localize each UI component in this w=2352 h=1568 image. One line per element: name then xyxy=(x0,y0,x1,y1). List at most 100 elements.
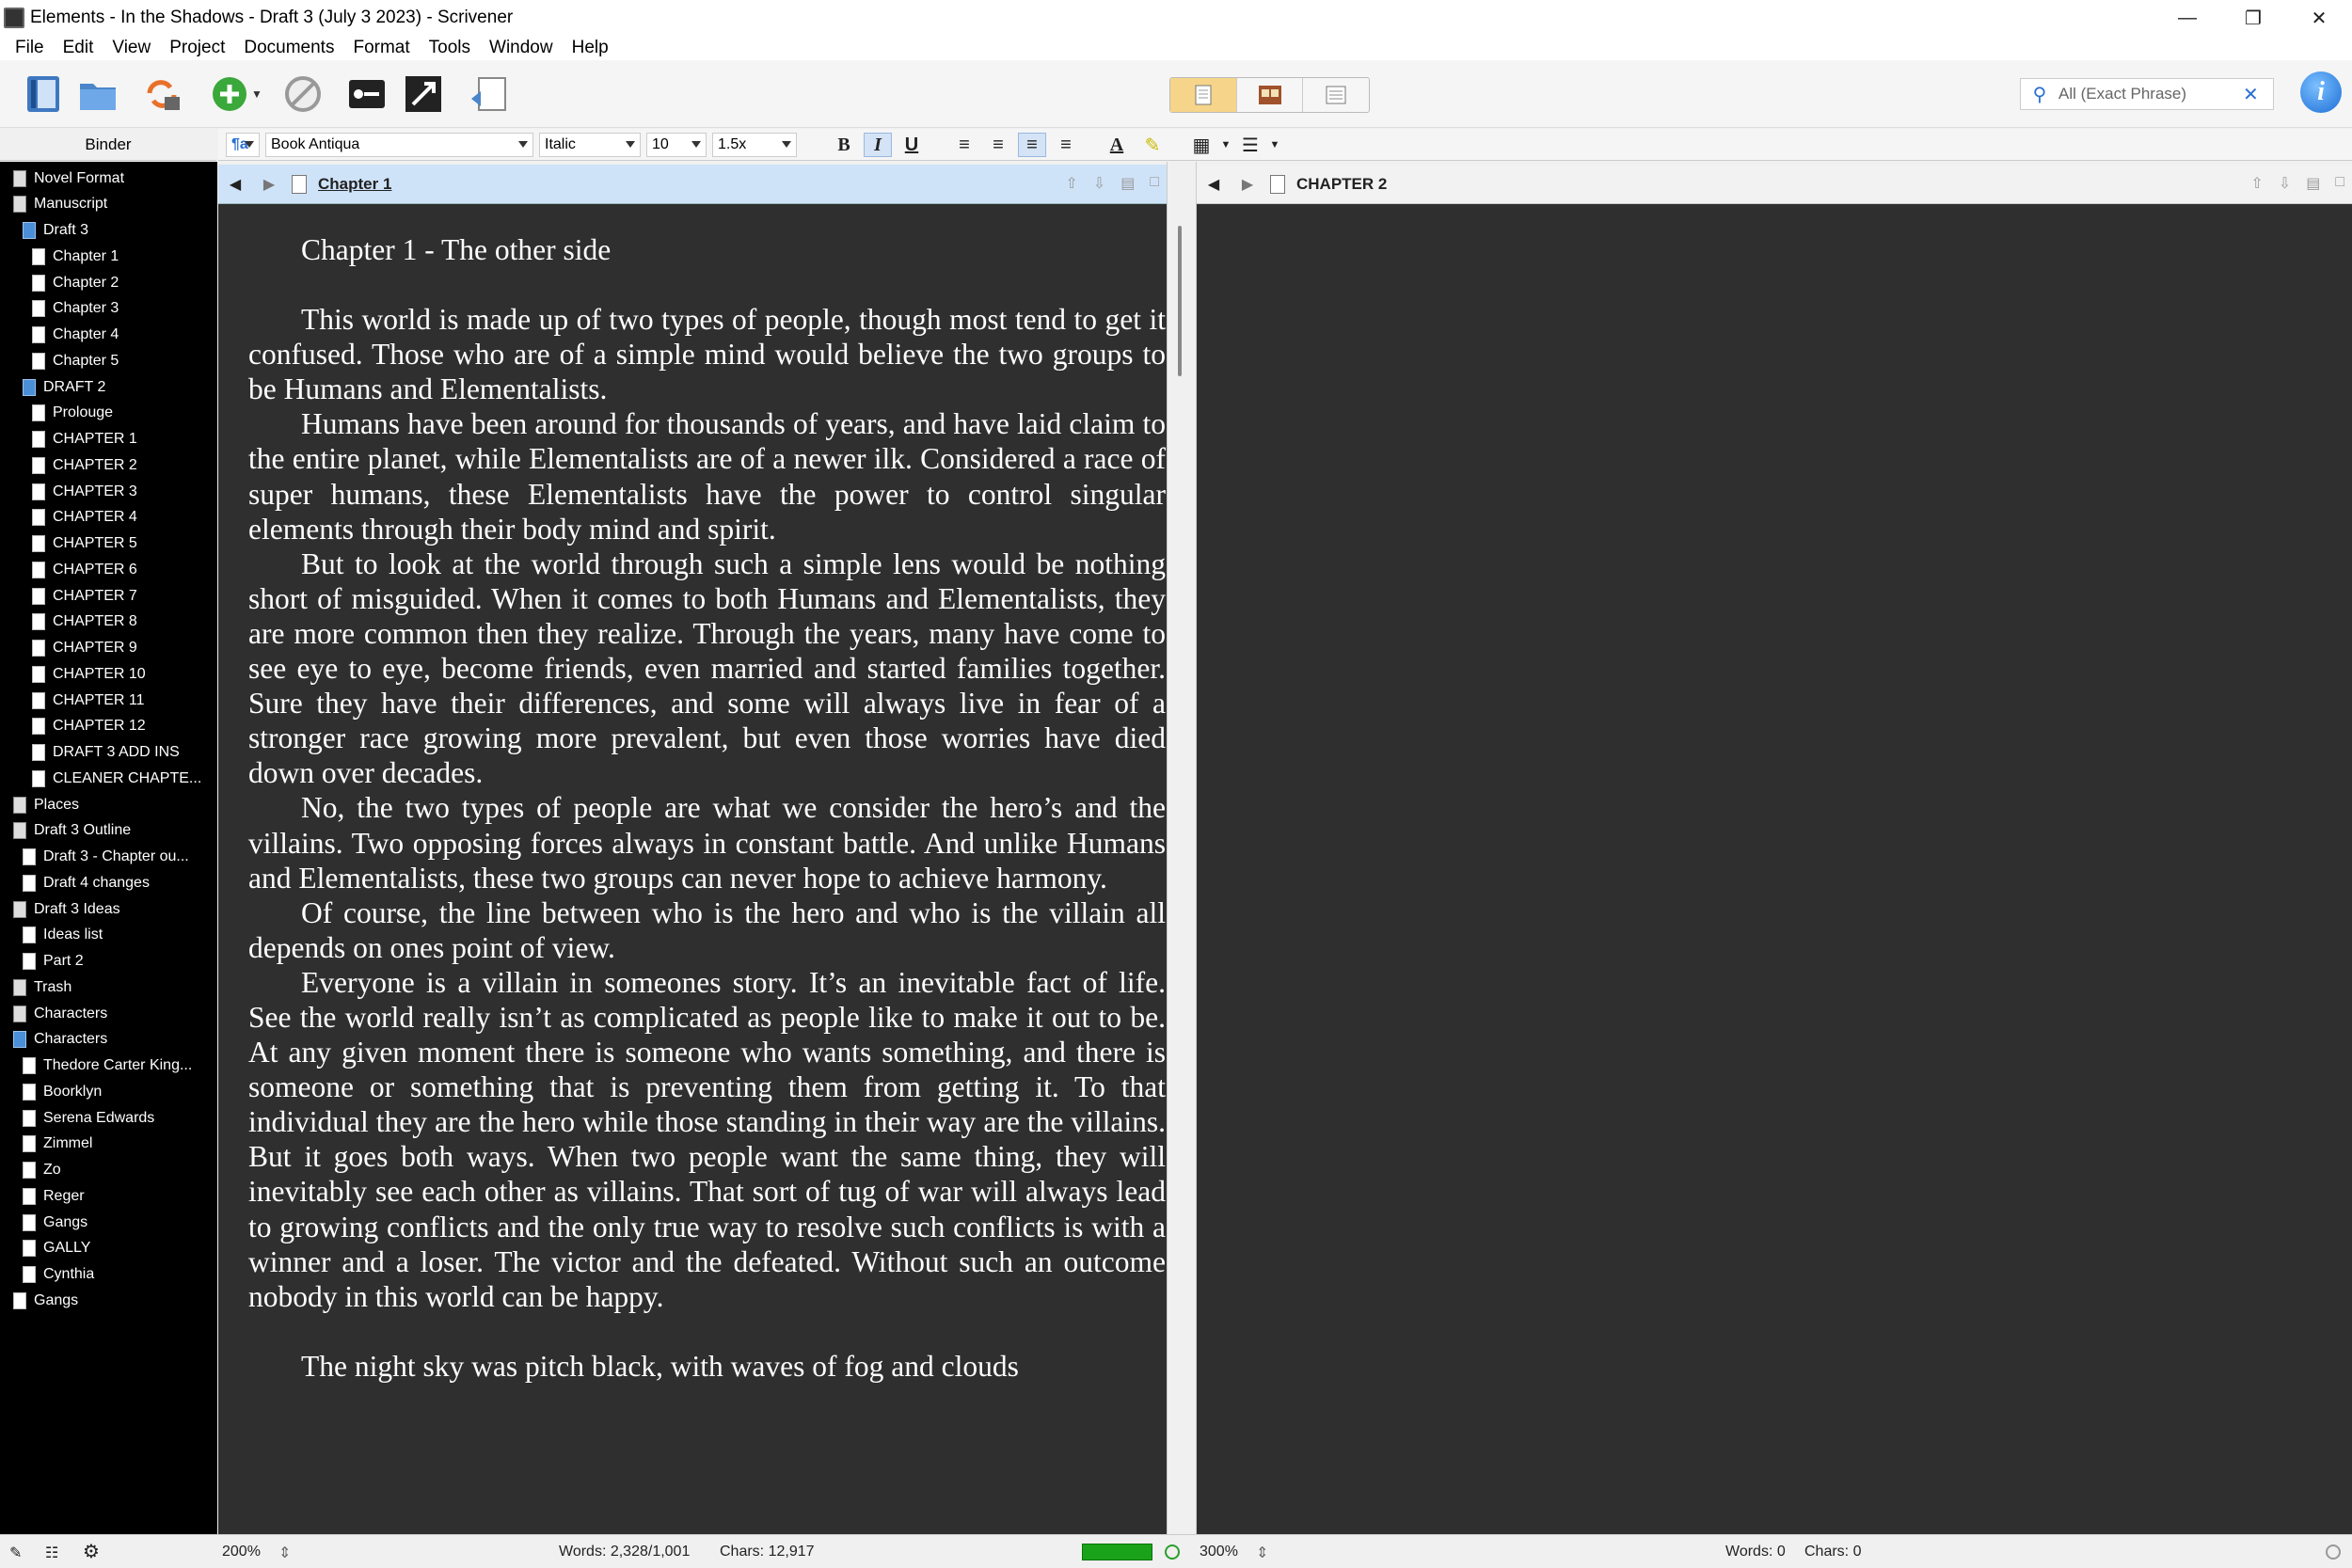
binder-item[interactable]: CHAPTER 10 xyxy=(32,661,146,687)
binder-item[interactable]: CHAPTER 9 xyxy=(32,636,137,661)
split-horizontal-icon[interactable]: ▤ xyxy=(2306,174,2320,193)
binder-item[interactable]: Draft 3 Outline xyxy=(13,818,131,844)
binder-item[interactable]: Prolouge xyxy=(32,401,113,426)
binder-item[interactable]: Thedore Carter King... xyxy=(23,1053,192,1079)
composition-mode-button[interactable] xyxy=(399,70,448,119)
quick-reference-button[interactable] xyxy=(465,70,514,119)
binder-item[interactable]: Zo xyxy=(23,1158,61,1183)
binder-item[interactable]: CLEANER CHAPTE... xyxy=(32,766,201,791)
list-dropdown[interactable]: ▼ xyxy=(1261,133,1289,157)
binder-item[interactable]: Cynthia xyxy=(23,1262,94,1288)
add-folder-footer-icon[interactable]: ☷ xyxy=(45,1544,58,1562)
binder-item[interactable]: CHAPTER 7 xyxy=(32,583,137,609)
close-button[interactable]: ✕ xyxy=(2286,0,2352,36)
search-input[interactable] xyxy=(2058,85,2237,103)
binder-item[interactable]: CHAPTER 8 xyxy=(32,610,137,635)
previous-document-icon[interactable]: ⇧ xyxy=(1065,174,1077,193)
menu-window[interactable]: Window xyxy=(480,38,563,58)
project-folder-button[interactable] xyxy=(73,70,122,119)
add-document-footer-icon[interactable]: ✎ xyxy=(9,1544,22,1562)
binder-item[interactable]: Draft 3 xyxy=(23,218,88,244)
close-split-icon[interactable]: □ xyxy=(2335,174,2344,193)
binder-item[interactable]: Trash xyxy=(13,974,72,1000)
previous-document-icon[interactable]: ⇧ xyxy=(2250,174,2263,193)
search-field[interactable]: ⚲ ✕ xyxy=(2020,78,2274,110)
right-editor-pane[interactable] xyxy=(1197,204,2352,1534)
binder-item[interactable]: Characters xyxy=(13,1001,107,1026)
target-icon[interactable] xyxy=(1165,1544,1180,1560)
italic-button[interactable]: I xyxy=(864,133,892,157)
binder-toggle-button[interactable] xyxy=(19,70,68,119)
align-center-button[interactable]: ≡ xyxy=(984,133,1012,157)
target-icon[interactable] xyxy=(2326,1544,2341,1560)
menu-project[interactable]: Project xyxy=(160,38,234,58)
binder-item[interactable]: DRAFT 3 ADD INS xyxy=(32,740,180,766)
menu-tools[interactable]: Tools xyxy=(420,38,480,58)
binder-item[interactable]: CHAPTER 3 xyxy=(32,479,137,504)
corkboard-view-button[interactable] xyxy=(1237,78,1304,112)
font-size-select[interactable]: 10 xyxy=(646,133,707,157)
align-right-button[interactable]: ≡ xyxy=(1052,133,1080,157)
scrivener-app-icon[interactable] xyxy=(4,8,24,28)
binder-item[interactable]: CHAPTER 5 xyxy=(32,531,137,557)
binder-item[interactable]: Places xyxy=(13,792,79,817)
binder-item[interactable]: CHAPTER 4 xyxy=(32,505,137,531)
search-icon[interactable]: ⚲ xyxy=(2021,79,2058,109)
font-family-select[interactable]: Book Antiqua xyxy=(265,133,533,157)
manuscript-text[interactable]: Chapter 1 - The other side This world is… xyxy=(248,232,1166,1384)
close-split-icon[interactable]: □ xyxy=(1150,174,1159,193)
zoom-stepper-icon[interactable]: ⇕ xyxy=(278,1544,291,1562)
restore-button[interactable]: ❐ xyxy=(2220,0,2286,36)
highlight-button[interactable]: ✎ xyxy=(1138,133,1167,157)
menu-file[interactable]: File xyxy=(6,38,54,58)
compile-button[interactable] xyxy=(342,70,391,119)
binder-item[interactable]: Chapter 5 xyxy=(32,348,119,373)
menu-edit[interactable]: Edit xyxy=(54,38,103,58)
menu-view[interactable]: View xyxy=(103,38,160,58)
left-editor-title[interactable]: Chapter 1 xyxy=(318,175,391,194)
binder-item[interactable]: CHAPTER 12 xyxy=(32,714,146,739)
binder-item[interactable]: Gangs xyxy=(13,1288,78,1313)
binder-item[interactable]: Reger xyxy=(23,1183,85,1209)
right-zoom-level[interactable]: 300% xyxy=(1200,1544,1238,1560)
binder-item[interactable]: GALLY xyxy=(23,1236,90,1261)
clear-search-icon[interactable]: ✕ xyxy=(2243,83,2259,106)
left-editor-scrollbar[interactable] xyxy=(1178,226,1182,376)
binder-item[interactable]: Boorklyn xyxy=(23,1079,102,1104)
binder-item[interactable]: Chapter 4 xyxy=(32,323,119,348)
minimize-button[interactable]: — xyxy=(2154,0,2220,36)
inspector-info-button[interactable]: i xyxy=(2300,71,2342,113)
binder-item[interactable]: Novel Format xyxy=(13,166,124,191)
next-document-icon[interactable]: ⇩ xyxy=(2279,174,2291,193)
binder-item[interactable]: Gangs xyxy=(23,1210,87,1235)
back-arrow-icon[interactable]: ◀ xyxy=(218,175,252,194)
add-dropdown-button[interactable]: ▼ xyxy=(246,70,267,119)
binder-item[interactable]: CHAPTER 1 xyxy=(32,427,137,452)
binder-item[interactable]: Draft 3 - Chapter ou... xyxy=(23,845,189,870)
back-arrow-icon[interactable]: ◀ xyxy=(1197,175,1231,194)
editor-split-divider[interactable] xyxy=(1167,162,1197,1534)
next-document-icon[interactable]: ⇩ xyxy=(1093,174,1105,193)
binder-item[interactable]: Manuscript xyxy=(13,192,107,217)
binder-item[interactable]: Ideas list xyxy=(23,923,103,948)
forward-arrow-icon[interactable]: ▶ xyxy=(1231,175,1264,194)
binder-item[interactable]: Draft 3 Ideas xyxy=(13,896,120,922)
menu-documents[interactable]: Documents xyxy=(234,38,343,58)
split-horizontal-icon[interactable]: ▤ xyxy=(1120,174,1135,193)
menu-help[interactable]: Help xyxy=(563,38,618,58)
line-spacing-select[interactable]: 1.5x xyxy=(712,133,797,157)
outliner-view-button[interactable] xyxy=(1303,78,1369,112)
binder-item[interactable]: DRAFT 2 xyxy=(23,374,105,400)
binder-item[interactable]: Draft 4 changes xyxy=(23,870,150,895)
binder-item[interactable]: Chapter 3 xyxy=(32,296,119,322)
typeface-select[interactable]: Italic xyxy=(539,133,641,157)
align-justify-button[interactable]: ≡ xyxy=(1018,133,1046,157)
left-zoom-level[interactable]: 200% xyxy=(222,1544,261,1560)
zoom-stepper-icon[interactable]: ⇕ xyxy=(1256,1544,1268,1562)
align-left-button[interactable]: ≡ xyxy=(950,133,978,157)
binder-item[interactable]: CHAPTER 11 xyxy=(32,688,145,713)
delete-button[interactable] xyxy=(278,70,327,119)
binder-item[interactable]: Serena Edwards xyxy=(23,1105,154,1131)
right-editor-title[interactable]: CHAPTER 2 xyxy=(1296,175,1387,194)
binder-item[interactable]: CHAPTER 2 xyxy=(32,452,137,478)
